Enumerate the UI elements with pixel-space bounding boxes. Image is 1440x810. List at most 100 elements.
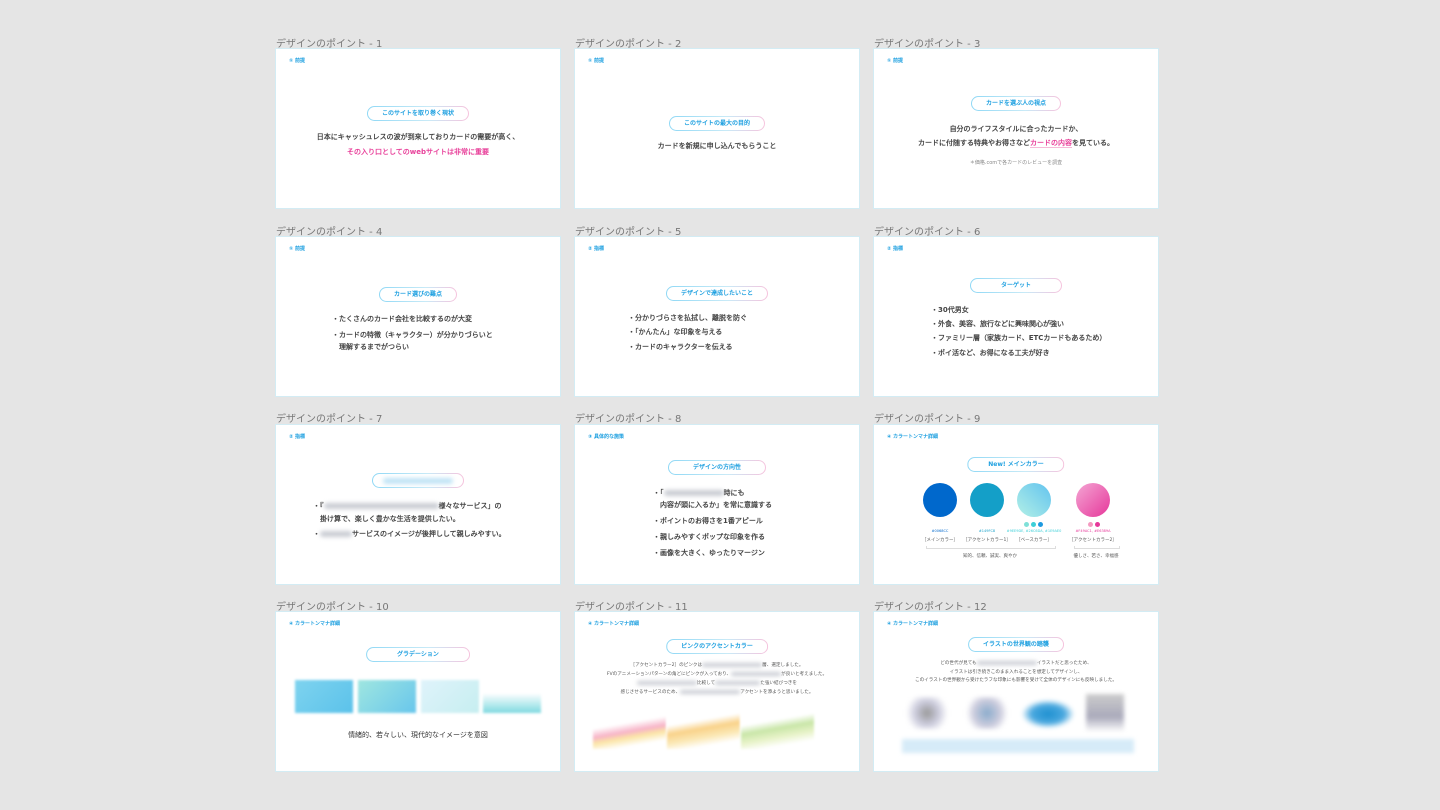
text: ・『 — [313, 502, 324, 510]
frame-label[interactable]: デザインのポイント - 6 — [874, 223, 980, 238]
section-tag: ④ カラートンマナ詳細 — [887, 434, 938, 440]
redacted-text — [383, 477, 453, 484]
slide-8[interactable]: ③ 具体的な施策 デザインの方向性 ・「 時にも 内容が頭に入るか」を常に意識する… — [575, 425, 859, 584]
frame-label[interactable]: デザインのポイント - 9 — [874, 410, 980, 425]
heading-pill: デザインで達成したいこと — [666, 286, 768, 301]
text: ・ — [313, 530, 320, 538]
hex-code: #F49AC1, #E6389A — [1075, 529, 1111, 533]
frame-label[interactable]: デザインのポイント - 3 — [874, 35, 980, 50]
text: ［アクセントカラー2］のピンクは — [630, 663, 703, 668]
heading-pill: ターゲット — [970, 278, 1062, 293]
text: カードに付随する特典やお得さなど — [918, 139, 1030, 147]
bullet: ・たくさんのカード会社を比較するのが大変 — [332, 315, 472, 323]
section-tag: ③ 具体的な施策 — [588, 434, 624, 440]
section-tag: ① 前提 — [588, 58, 604, 64]
heading-pill: ピンクのアクセントカラー — [666, 639, 768, 654]
slide-1[interactable]: ① 前提 このサイトを取り巻く現状 日本にキャッシュレスの波が到来しておりカード… — [276, 49, 560, 208]
slide-10[interactable]: ④ カラートンマナ詳細 グラデーション 情緒的、若々しい、現代的なイメージを意図 — [276, 612, 560, 771]
bullet: ・画像を大きく、ゆったりマージン — [653, 549, 765, 557]
slide-9[interactable]: ④ カラートンマナ詳細 New! メインカラー #0068CC #149FC8 … — [874, 425, 1158, 584]
illustration — [962, 697, 1012, 729]
heading-pill: グラデーション — [366, 647, 470, 662]
text: 様々なサービス」の — [438, 502, 502, 510]
color-dot — [1038, 522, 1043, 527]
illustration — [902, 697, 952, 729]
paragraph-line: ［アクセントカラー2］のピンクは 層、選定しました。 — [575, 662, 859, 668]
text: サービスのイメージが後押しして親しみやすい。 — [352, 530, 506, 538]
color-dot — [1031, 522, 1036, 527]
redacted-text — [731, 671, 782, 676]
bullet: ・親しみやすくポップな印象を作る — [653, 533, 765, 541]
redacted-text — [663, 490, 724, 496]
bullet: ・分かりづらさを払拭し、離脱を防ぐ — [628, 314, 747, 322]
redacted-text — [323, 503, 439, 509]
section-tag: ② 指標 — [289, 434, 305, 440]
text: 比較して — [696, 681, 716, 686]
illustration — [1022, 700, 1074, 728]
bullet: ・「かんたん」な印象を与える — [628, 328, 723, 336]
text: 時にも — [723, 489, 745, 497]
text: を見ている。 — [1072, 139, 1114, 147]
slide-3[interactable]: ① 前提 カードを選ぶ人の視点 自分のライフスタイルに合ったカードか、 カードに… — [874, 49, 1158, 208]
gradient-screenshot — [483, 680, 541, 713]
body-line: カードを新規に申し込んでもらうこと — [657, 142, 777, 150]
slide-12[interactable]: ④ カラートンマナ詳細 イラストの世界観の踏襲 どの世代が見ても イラストだと思っ… — [874, 612, 1158, 771]
slide-11[interactable]: ④ カラートンマナ詳細 ピンクのアクセントカラー ［アクセントカラー2］のピンク… — [575, 612, 859, 771]
frame-label[interactable]: デザインのポイント - 10 — [276, 598, 389, 613]
body-line: 自分のライフスタイルに合ったカードか、 — [949, 125, 1083, 133]
body-line: 日本にキャッシュレスの波が到来しておりカードの需要が高く、 — [316, 133, 520, 141]
caption: 情緒的、若々しい、現代的なイメージを意図 — [348, 731, 488, 739]
note: ＊価格.comで各カードのレビューを調査 — [969, 160, 1063, 166]
slide-5[interactable]: ② 指標 デザインで達成したいこと ・分かりづらさを払拭し、離脱を防ぐ ・「かん… — [575, 237, 859, 396]
slide-4[interactable]: ① 前提 カード選びの難点 ・たくさんのカード会社を比較するのが大変 ・カードの… — [276, 237, 560, 396]
section-tag: ① 前提 — [887, 58, 903, 64]
section-tag: ② 指標 — [588, 246, 604, 252]
paragraph-line: 比較して た強い結びつきを — [575, 680, 859, 686]
bullet: ・『 様々なサービス」の — [313, 501, 502, 511]
gradient-screenshot — [295, 680, 353, 713]
redacted-text — [680, 689, 741, 694]
frame-label[interactable]: デザインのポイント - 7 — [276, 410, 382, 425]
heading-pill: イラストの世界観の踏襲 — [968, 637, 1064, 652]
text: FVのアニメーションパターンの角どにピンクが入っており、 — [606, 672, 732, 677]
frame-label[interactable]: デザインのポイント - 11 — [575, 598, 688, 613]
text: 層、選定しました。 — [762, 663, 804, 668]
bullet-cont: 内容が頭に入るか」を常に意識する — [653, 501, 772, 509]
section-tag: ④ カラートンマナ詳細 — [887, 621, 938, 627]
accent-screenshot — [593, 702, 666, 749]
group-bracket — [1074, 546, 1120, 549]
paragraph-line: どの世代が見ても イラストだと思ったため、 — [874, 660, 1158, 666]
text: アクセントを添ようと思いました。 — [740, 690, 814, 695]
heading-pill: New! メインカラー — [967, 457, 1064, 472]
slide-7[interactable]: ② 指標 ・『 様々なサービス」の 掛け算で、楽しく豊かな生活を提供したい。 ・ サ… — [276, 425, 560, 584]
frame-label[interactable]: デザインのポイント - 1 — [276, 35, 382, 50]
frame-label[interactable]: デザインのポイント - 12 — [874, 598, 987, 613]
paragraph-line: イラストは引き続きこのまま入れることを想定してデザインし、 — [949, 670, 1083, 675]
frame-label[interactable]: デザインのポイント - 8 — [575, 410, 681, 425]
frame-label[interactable]: デザインのポイント - 4 — [276, 223, 382, 238]
frame-label[interactable]: デザインのポイント - 2 — [575, 35, 681, 50]
bullet: ・30代男女 — [931, 306, 969, 314]
redacted-text — [636, 680, 697, 685]
slide-2[interactable]: ① 前提 このサイトの最大の目的 カードを新規に申し込んでもらうこと — [575, 49, 859, 208]
slide-6[interactable]: ② 指標 ターゲット ・30代男女 ・外食、美容、旅行などに興味関心が強い ・フ… — [874, 237, 1158, 396]
bullet: ・外食、美容、旅行などに興味関心が強い — [931, 320, 1064, 328]
heading-pill: このサイトを取り巻く現状 — [367, 106, 469, 121]
text: ・「 — [653, 489, 664, 497]
paragraph-line: 感じさせるサービスのため、 アクセントを添ようと思いました。 — [575, 689, 859, 695]
gradient-screenshot — [358, 680, 416, 713]
section-tag: ② 指標 — [887, 246, 903, 252]
group-bracket — [926, 546, 1056, 549]
bullet: ・カードの特徴（キャラクター）が分かりづらいと — [332, 331, 493, 339]
paragraph-line: このイラストの世界観から受けたラフな印象にも影響を受けて全体のデザインにも反映し… — [914, 678, 1118, 683]
swatch-accent-1 — [970, 483, 1004, 517]
section-tag: ④ カラートンマナ詳細 — [588, 621, 639, 627]
redacted-text — [715, 680, 761, 685]
accent-screenshot — [667, 702, 740, 749]
swatch-base — [1017, 483, 1051, 517]
frame-label[interactable]: デザインのポイント - 5 — [575, 223, 681, 238]
paragraph-line: FVのアニメーションパターンの角どにピンクが入っており、 が良いと考えました。 — [575, 671, 859, 677]
illustration-strip — [902, 739, 1134, 753]
redacted-text — [702, 662, 763, 667]
gradient-screenshot — [421, 680, 479, 713]
